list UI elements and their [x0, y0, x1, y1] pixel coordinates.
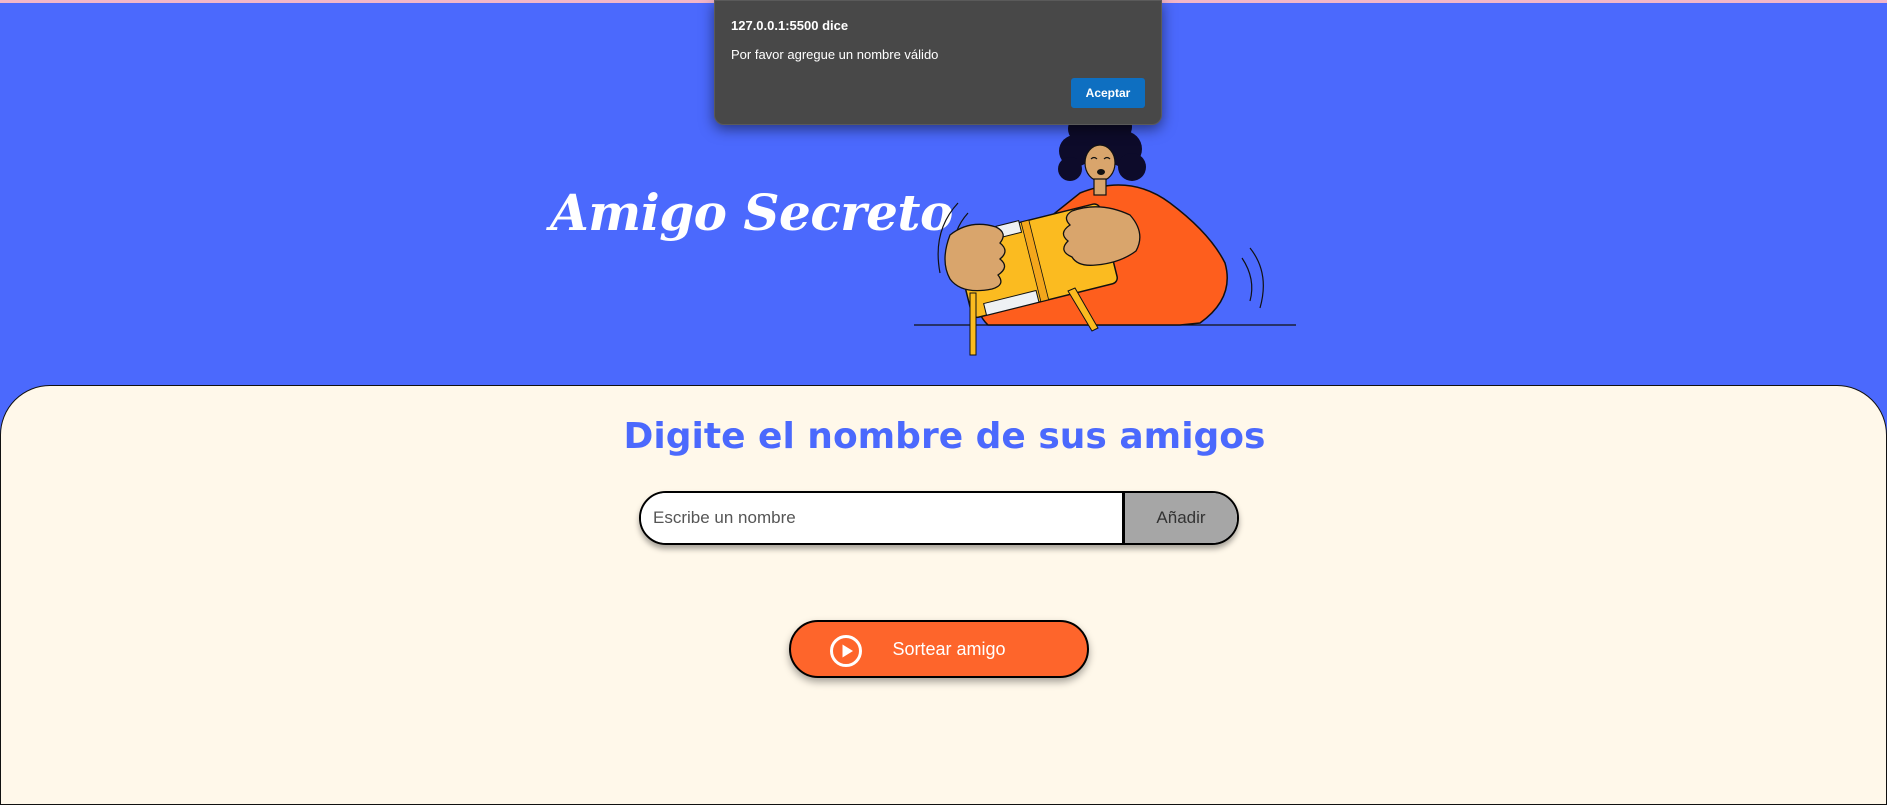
main-panel: Digite el nombre de sus amigos Añadir So…	[0, 385, 1887, 805]
dialog-title: 127.0.0.1:5500 dice	[731, 18, 849, 33]
name-input[interactable]	[641, 493, 1125, 543]
section-heading: Digite el nombre de sus amigos	[623, 416, 1266, 457]
name-input-group: Añadir	[639, 491, 1239, 545]
alert-dialog: 127.0.0.1:5500 dice Por favor agregue un…	[714, 0, 1162, 125]
draw-friend-label: Sortear amigo	[892, 638, 1006, 659]
play-circle-icon	[830, 635, 862, 667]
draw-friend-button[interactable]: Sortear amigo	[789, 620, 1089, 678]
page-title: Amigo Secreto	[550, 183, 953, 242]
add-button[interactable]: Añadir	[1125, 493, 1237, 543]
person-holding-gift-illustration	[914, 123, 1296, 356]
dialog-message: Por favor agregue un nombre válido	[731, 47, 939, 62]
dialog-accept-button[interactable]: Aceptar	[1071, 78, 1145, 108]
